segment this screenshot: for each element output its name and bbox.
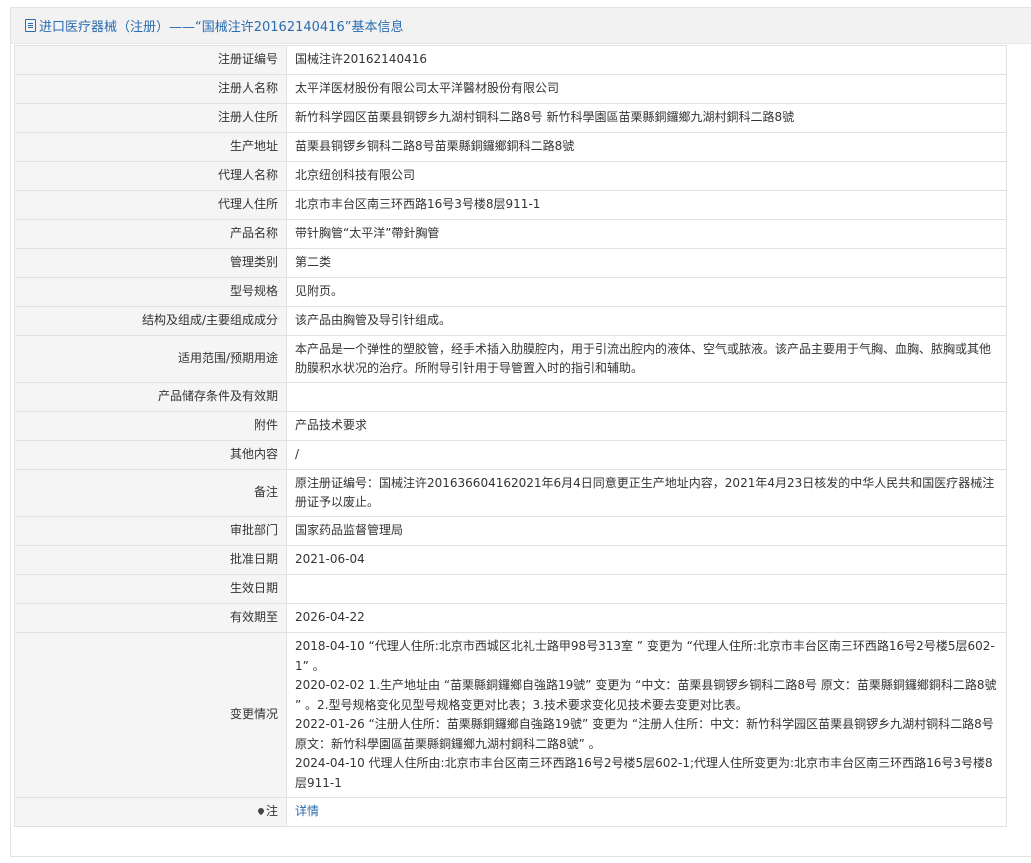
row-value [286,574,1007,604]
row-label: 注册证编号 [14,45,287,75]
table-row: 变更情况 2018-04-10 “代理人住所:北京市西城区北礼士路甲98号313… [14,632,1007,798]
table-row: 备注 原注册证编号：国械注许201636604162021年6月4日同意更正生产… [14,469,1007,517]
change-entry: 2022-01-26 “注册人住所：苗栗縣銅鑼鄉自強路19號” 变更为 “注册人… [295,717,994,751]
row-label: 适用范围/预期用途 [14,335,287,383]
row-value: 国家药品监督管理局 [286,516,1007,546]
change-history-label: 变更情况 [14,632,287,798]
row-label: 结构及组成/主要组成成分 [14,306,287,336]
table-row: 有效期至 2026-04-22 [14,603,1007,633]
row-value: 新竹科学园区苗栗县铜锣乡九湖村铜科二路8号 新竹科學園區苗栗縣銅鑼鄉九湖村銅科二… [286,103,1007,133]
row-label: 备注 [14,469,287,517]
change-history: 2018-04-10 “代理人住所:北京市西城区北礼士路甲98号313室 ” 变… [286,632,1007,798]
row-value: 太平洋医材股份有限公司太平洋醫材股份有限公司 [286,74,1007,104]
row-label: 管理类别 [14,248,287,278]
row-value: 见附页。 [286,277,1007,307]
table-row: 其他内容 / [14,440,1007,470]
table-row: 注册人名称 太平洋医材股份有限公司太平洋醫材股份有限公司 [14,74,1007,104]
table-row: 结构及组成/主要组成成分 该产品由胸管及导引针组成。 [14,306,1007,336]
row-value: 国械注许20162140416 [286,45,1007,75]
table-row: 注 详情 [14,797,1007,827]
change-entry: 2024-04-10 代理人住所由:北京市丰台区南三环西路16号2号楼5层602… [295,756,993,790]
row-label: 产品储存条件及有效期 [14,382,287,412]
info-table: 注册证编号 国械注许20162140416 注册人名称 太平洋医材股份有限公司太… [14,45,1007,827]
row-value: 第二类 [286,248,1007,278]
document-icon [25,19,36,32]
table-row: 注册证编号 国械注许20162140416 [14,45,1007,75]
table-row: 代理人名称 北京纽创科技有限公司 [14,161,1007,191]
note-label-cell: 注 [14,797,287,827]
table-row: 产品储存条件及有效期 [14,382,1007,412]
row-label: 批准日期 [14,545,287,575]
row-value: / [286,440,1007,470]
table-row: 代理人住所 北京市丰台区南三环西路16号3号楼8层911-1 [14,190,1007,220]
table-row: 附件 产品技术要求 [14,411,1007,441]
row-label: 有效期至 [14,603,287,633]
row-value: 该产品由胸管及导引针组成。 [286,306,1007,336]
table-row: 生效日期 [14,574,1007,604]
row-value: 北京纽创科技有限公司 [286,161,1007,191]
row-label: 附件 [14,411,287,441]
panel-header: 进口医疗器械（注册）——“国械注许20162140416”基本信息 [11,8,1031,44]
page-title: 进口医疗器械（注册）——“国械注许20162140416”基本信息 [39,20,404,35]
table-row: 注册人住所 新竹科学园区苗栗县铜锣乡九湖村铜科二路8号 新竹科學園區苗栗縣銅鑼鄉… [14,103,1007,133]
row-value: 2026-04-22 [286,603,1007,633]
table-row: 适用范围/预期用途 本产品是一个弹性的塑胶管，经手术插入肋膜腔内，用于引流出腔内… [14,335,1007,383]
row-label: 生产地址 [14,132,287,162]
row-label: 型号规格 [14,277,287,307]
row-value: 苗栗县铜锣乡铜科二路8号苗栗縣銅鑼鄉銅科二路8號 [286,132,1007,162]
row-value: 北京市丰台区南三环西路16号3号楼8层911-1 [286,190,1007,220]
row-value [286,382,1007,412]
row-label: 注册人名称 [14,74,287,104]
details-link[interactable]: 详情 [295,804,319,818]
row-value: 原注册证编号：国械注许201636604162021年6月4日同意更正生产地址内… [286,469,1007,517]
change-entry: 2020-02-02 1.生产地址由 “苗栗縣銅鑼鄉自強路19號” 变更为 “中… [295,678,997,712]
table-row: 型号规格 见附页。 [14,277,1007,307]
row-value: 产品技术要求 [286,411,1007,441]
row-label: 注册人住所 [14,103,287,133]
row-value: 带针胸管“太平洋”帶針胸管 [286,219,1007,249]
change-entry: 2018-04-10 “代理人住所:北京市西城区北礼士路甲98号313室 ” 变… [295,639,995,673]
note-label: 注 [265,804,278,819]
row-value: 2021-06-04 [286,545,1007,575]
table-row: 产品名称 带针胸管“太平洋”帶針胸管 [14,219,1007,249]
row-label: 生效日期 [14,574,287,604]
row-label: 产品名称 [14,219,287,249]
row-value: 本产品是一个弹性的塑胶管，经手术插入肋膜腔内，用于引流出腔内的液体、空气或脓液。… [286,335,1007,383]
table-row: 生产地址 苗栗县铜锣乡铜科二路8号苗栗縣銅鑼鄉銅科二路8號 [14,132,1007,162]
table-row: 审批部门 国家药品监督管理局 [14,516,1007,546]
pin-icon [256,807,266,816]
row-label: 其他内容 [14,440,287,470]
note-value: 详情 [286,797,1007,827]
table-row: 管理类别 第二类 [14,248,1007,278]
row-label: 代理人住所 [14,190,287,220]
row-label: 审批部门 [14,516,287,546]
table-row: 批准日期 2021-06-04 [14,545,1007,575]
row-label: 代理人名称 [14,161,287,191]
